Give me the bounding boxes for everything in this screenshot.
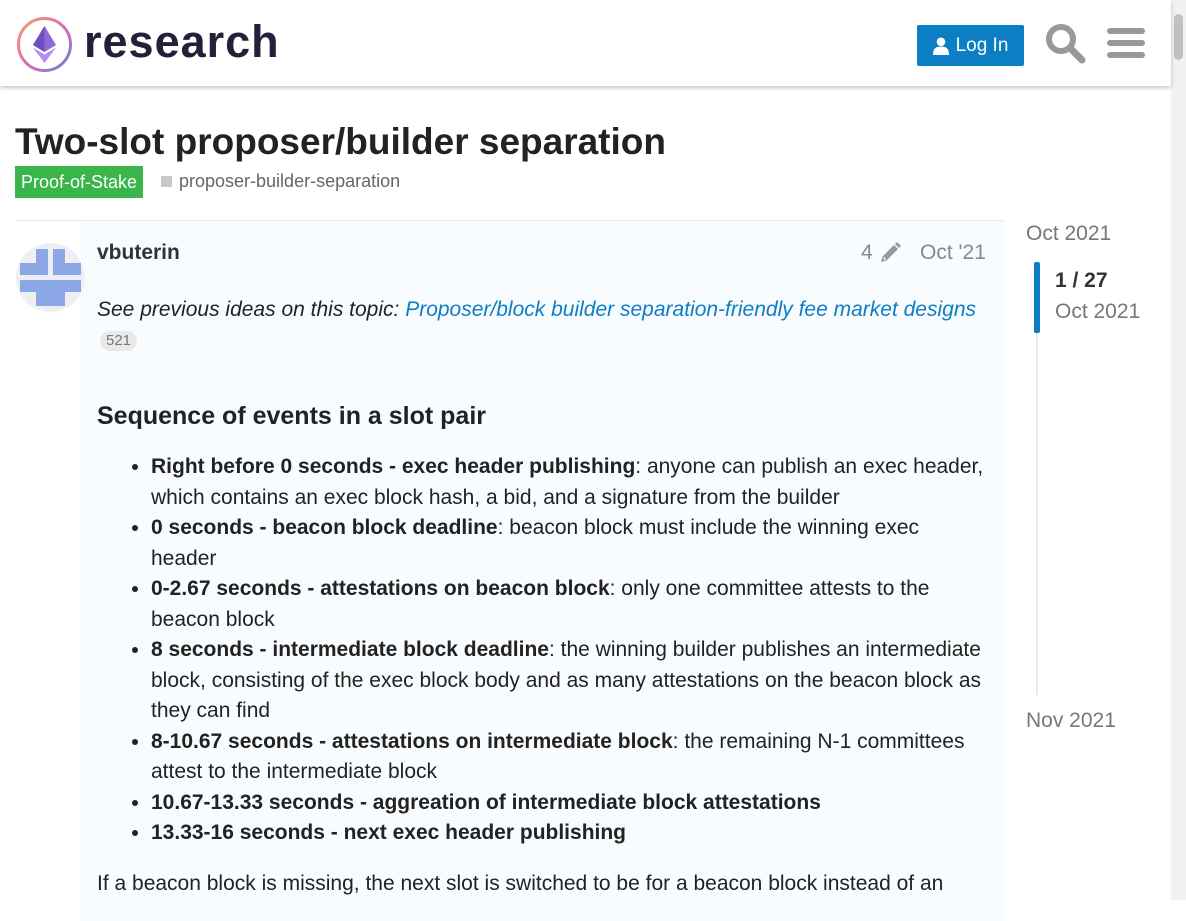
post-intro: See previous ideas on this topic: Propos… bbox=[97, 294, 987, 356]
list-item: 0-2.67 seconds - attestations on beacon … bbox=[151, 574, 987, 635]
list-item: 0 seconds - beacon block deadline: beaco… bbox=[151, 513, 987, 574]
list-item: 10.67-13.33 seconds - aggreation of inte… bbox=[151, 788, 987, 819]
list-item: 8-10.67 seconds - attestations on interm… bbox=[151, 727, 987, 788]
pencil-icon bbox=[880, 242, 901, 262]
login-button[interactable]: Log In bbox=[917, 25, 1024, 66]
event-title: Right before 0 seconds - exec header pub… bbox=[151, 455, 636, 478]
list-item: 8 seconds - intermediate block deadline:… bbox=[151, 635, 987, 727]
timeline-current-date: Oct 2021 bbox=[1055, 300, 1141, 323]
event-title: 0-2.67 seconds - attestations on beacon … bbox=[151, 577, 610, 600]
tag-square-icon bbox=[161, 175, 172, 187]
post-paragraph: If a beacon block is missing, the next s… bbox=[97, 872, 944, 895]
edit-history[interactable]: 4 bbox=[861, 241, 901, 265]
search-icon[interactable] bbox=[1044, 22, 1086, 64]
topic-tag-label: proposer-builder-separation bbox=[179, 171, 401, 191]
hamburger-menu-icon[interactable] bbox=[1105, 22, 1147, 64]
timeline-scroll-handle[interactable] bbox=[1034, 262, 1040, 333]
topic-tag[interactable]: proposer-builder-separation bbox=[161, 168, 400, 194]
previous-ideas-link[interactable]: Proposer/block builder separation-friend… bbox=[405, 298, 976, 321]
timeline-end-date[interactable]: Nov 2021 bbox=[1026, 709, 1116, 733]
post-content: See previous ideas on this topic: Propos… bbox=[97, 294, 987, 895]
event-title: 8 seconds - intermediate block deadline bbox=[151, 638, 549, 661]
event-title: 10.67-13.33 seconds - aggreation of inte… bbox=[151, 790, 821, 814]
ethresearch-logo-icon[interactable] bbox=[16, 16, 73, 73]
site-header: research Log In bbox=[0, 0, 1171, 86]
edit-count: 4 bbox=[861, 241, 873, 264]
link-click-count: 521 bbox=[100, 331, 138, 352]
user-avatar[interactable] bbox=[16, 243, 85, 312]
login-button-label: Log In bbox=[955, 34, 1009, 56]
topic-title[interactable]: Two-slot proposer/builder separation bbox=[15, 118, 666, 166]
page-scrollbar[interactable] bbox=[1171, 0, 1186, 900]
event-title: 8-10.67 seconds - attestations on interm… bbox=[151, 729, 673, 753]
timeline-start-date[interactable]: Oct 2021 bbox=[1026, 222, 1111, 246]
scrollbar-thumb[interactable] bbox=[1174, 14, 1183, 60]
user-icon bbox=[932, 37, 949, 55]
list-item: 13.33-16 seconds - next exec header publ… bbox=[151, 818, 987, 849]
post-date[interactable]: Oct '21 bbox=[920, 241, 986, 265]
event-title: 0 seconds - beacon block deadline bbox=[151, 516, 498, 539]
section-heading: Sequence of events in a slot pair bbox=[97, 402, 487, 430]
intro-text: See previous ideas on this topic: bbox=[97, 298, 400, 321]
category-badge[interactable]: Proof-of-Stake bbox=[15, 166, 144, 198]
post-author[interactable]: vbuterin bbox=[97, 241, 180, 265]
event-title: 13.33-16 seconds - next exec header publ… bbox=[151, 821, 627, 844]
list-item: Right before 0 seconds - exec header pub… bbox=[151, 452, 987, 513]
event-list: Right before 0 seconds - exec header pub… bbox=[97, 452, 987, 849]
site-logo-text[interactable]: research bbox=[84, 14, 280, 70]
timeline-position: 1 / 27 bbox=[1055, 269, 1108, 292]
